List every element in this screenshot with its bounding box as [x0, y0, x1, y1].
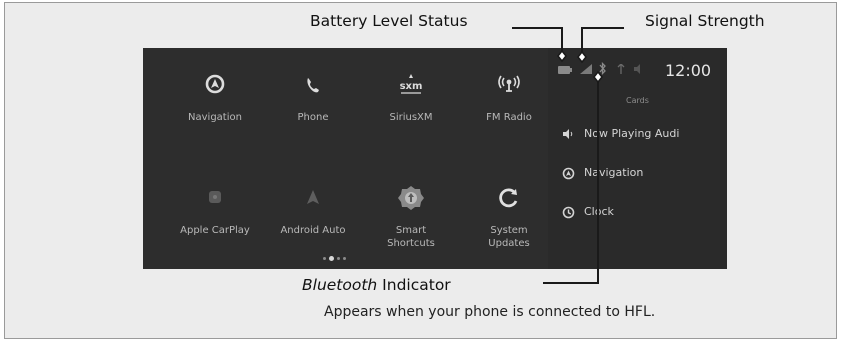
indicator-word: Indicator: [377, 276, 451, 294]
app-tile-android-auto[interactable]: Android Auto: [263, 184, 363, 237]
apple-carplay-icon: [209, 191, 221, 203]
android-auto-icon: [307, 190, 319, 204]
card-label: Now Playing Audi: [584, 127, 680, 140]
app-label: Phone: [297, 112, 329, 123]
clock-display: 12:00: [665, 61, 712, 80]
app-label: Android Auto: [280, 225, 346, 236]
app-label: FM Radio: [486, 112, 532, 123]
app-tile-siriusxm[interactable]: sxm SiriusXM: [361, 71, 461, 124]
signal-strength-label: Signal Strength: [645, 12, 765, 30]
battery-icon: [558, 66, 572, 74]
bluetooth-word: Bluetooth: [302, 276, 378, 294]
smart-shortcuts-icon: [398, 186, 424, 210]
app-tile-phone[interactable]: Phone: [263, 71, 363, 124]
system-updates-icon: [499, 188, 518, 208]
card-clock[interactable]: Clock: [562, 205, 717, 221]
clock-icon: [562, 206, 575, 219]
app-label: Smart Shortcuts: [387, 225, 435, 249]
app-label: System Updates: [488, 225, 530, 249]
siriusxm-icon: sxm: [400, 74, 423, 94]
card-label: Clock: [584, 205, 614, 218]
card-label: Navigation: [584, 166, 644, 179]
navigation-icon: [205, 74, 225, 94]
app-tile-smart-shortcuts[interactable]: Smart Shortcuts: [361, 184, 461, 250]
app-tile-apple-carplay[interactable]: Apple CarPlay: [165, 184, 265, 237]
bluetooth-icon: [599, 62, 606, 75]
bluetooth-indicator-description: Appears when your phone is connected to …: [324, 304, 656, 320]
app-label: SiriusXM: [389, 112, 433, 123]
card-now-playing[interactable]: Now Playing Audi: [562, 127, 717, 143]
page-dot: [323, 257, 326, 260]
fm-radio-icon: [498, 75, 520, 92]
speaker-icon: [563, 129, 573, 139]
phone-icon: [307, 78, 319, 93]
page-dot: [343, 257, 346, 260]
app-grid: Navigation Phone sxm SiriusXM FM Radio A…: [143, 48, 548, 269]
bluetooth-indicator-label: Bluetooth Indicator: [302, 276, 451, 294]
battery-level-status-label: Battery Level Status: [310, 12, 468, 30]
card-navigation[interactable]: Navigation: [562, 166, 717, 182]
page-indicator: [323, 256, 363, 262]
cards-panel: 12:00 Cards Now Playing Audi Navigation: [548, 48, 727, 269]
app-label: Apple CarPlay: [180, 225, 250, 236]
diagram-panel: Battery Level Status Signal Strength Nav…: [4, 2, 837, 339]
status-icon: [617, 64, 625, 74]
svg-text:sxm: sxm: [400, 81, 423, 92]
infotainment-screen: Navigation Phone sxm SiriusXM FM Radio A…: [143, 48, 727, 269]
status-bar: 12:00: [548, 48, 727, 88]
page-dot: [337, 257, 340, 260]
app-tile-system-updates[interactable]: System Updates: [459, 184, 559, 250]
app-label: Navigation: [188, 112, 242, 123]
page-dot-active: [329, 256, 334, 261]
signal-strength-icon: [580, 64, 592, 74]
cards-title: Cards: [626, 96, 649, 105]
app-tile-navigation[interactable]: Navigation: [165, 71, 265, 124]
app-tile-fm-radio[interactable]: FM Radio: [459, 71, 559, 124]
navigation-icon: [562, 167, 575, 180]
volume-icon: [634, 64, 640, 74]
